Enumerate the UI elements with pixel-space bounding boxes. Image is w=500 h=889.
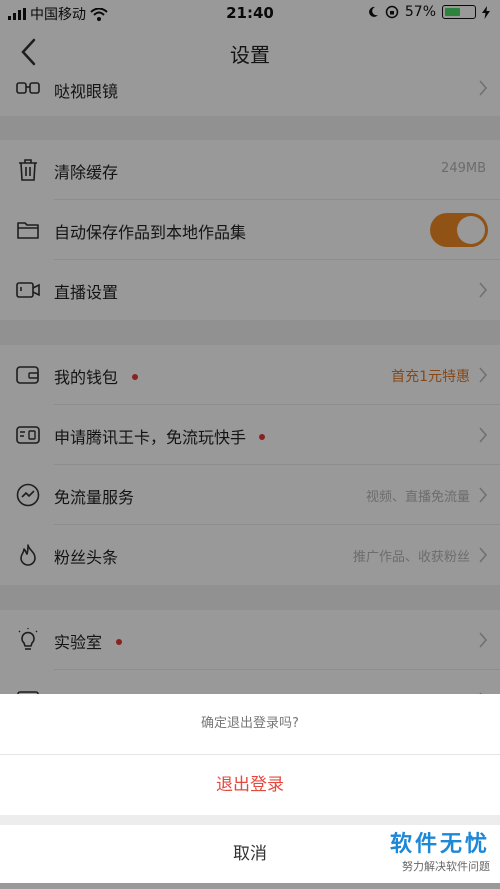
watermark-title: 软件无忧 bbox=[389, 832, 490, 857]
action-sheet-gap bbox=[0, 815, 500, 825]
action-sheet-title: 确定退出登录吗? bbox=[0, 694, 500, 754]
watermark-subtitle: 努力解决软件问题 bbox=[402, 860, 490, 873]
watermark-logo: 软件无忧 努力解决软件问题 bbox=[358, 826, 490, 878]
logout-confirm-button[interactable]: 退出登录 bbox=[0, 755, 500, 815]
